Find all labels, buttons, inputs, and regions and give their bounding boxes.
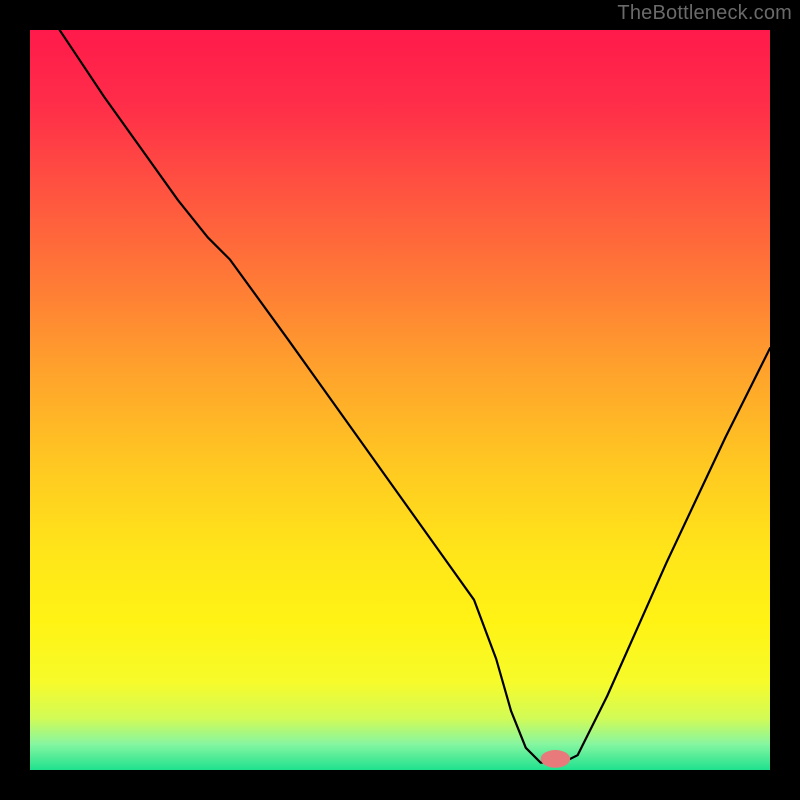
watermark-text: TheBottleneck.com [617, 2, 792, 25]
gradient-background [30, 30, 770, 770]
minimum-marker [541, 750, 571, 768]
plot-area [30, 30, 770, 770]
chart-svg [30, 30, 770, 770]
chart-frame: TheBottleneck.com [0, 0, 800, 800]
